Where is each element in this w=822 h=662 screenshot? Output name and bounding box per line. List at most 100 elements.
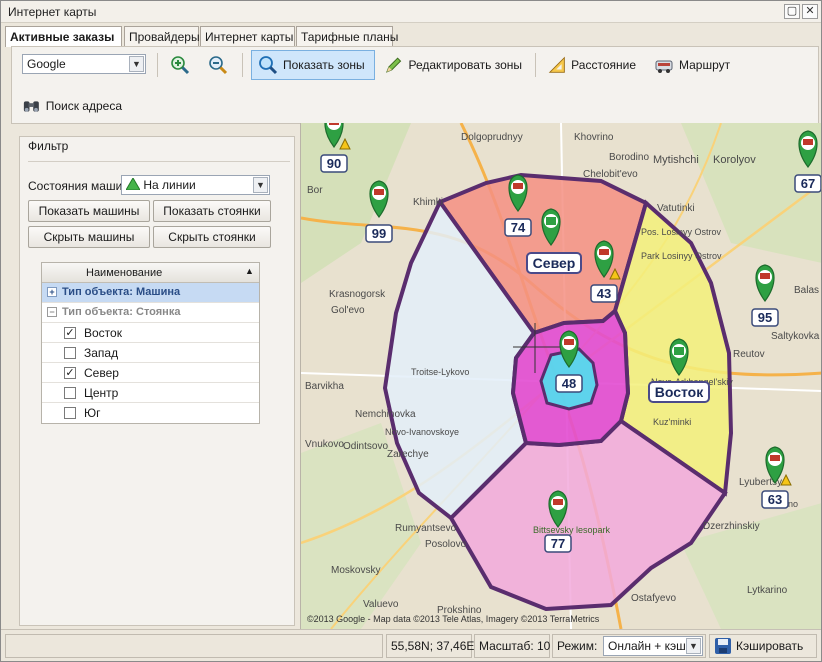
filter-panel: Фильтр Состояния машин На линии ▼ Показа…: [11, 128, 298, 628]
car-marker-number: 43: [597, 286, 611, 301]
route-button[interactable]: Маршрут: [648, 50, 742, 80]
map-provider-select[interactable]: Google ▼: [22, 54, 146, 74]
list-item[interactable]: Центр: [42, 383, 259, 403]
expand-icon[interactable]: +: [47, 287, 57, 297]
tab-providers[interactable]: Провайдеры: [124, 26, 200, 46]
objects-grid: Наименование ▲ + Тип объекта: Машина − Т…: [41, 262, 260, 424]
mode-select[interactable]: Онлайн + кэш ▼: [603, 636, 703, 656]
map-provider-value: Google: [27, 57, 66, 71]
map-label: Chelobit'evo: [583, 169, 638, 180]
car-state-value: На линии: [143, 178, 196, 192]
cache-button[interactable]: Кэшировать: [709, 634, 817, 658]
car-icon: [329, 123, 339, 125]
car-state-label: Состояния машин: [28, 179, 129, 193]
list-item-label: Центр: [84, 386, 119, 400]
list-item[interactable]: Юг: [42, 403, 259, 423]
distance-button[interactable]: Расстояние: [542, 50, 642, 80]
map-canvas[interactable]: Dolgoprudnyy Khovrino Mytishchi Korolyov…: [301, 123, 821, 629]
chevron-down-icon[interactable]: ▼: [686, 638, 701, 654]
filter-divider: [28, 161, 290, 162]
mode-label: Режим:: [557, 639, 598, 653]
list-item-label: Восток: [84, 326, 122, 340]
group-label-cars: Тип объекта: Машина: [62, 286, 181, 298]
map-label: Vatutinki: [657, 203, 695, 214]
map-copyright: ©2013 Google - Map data ©2013 Tele Atlas…: [307, 614, 600, 624]
route-label: Маршрут: [679, 58, 731, 72]
scale-readout: Масштаб: 10: [474, 634, 550, 658]
list-item-label: Север: [84, 366, 119, 380]
grid-column-name[interactable]: Наименование: [86, 267, 162, 279]
map-label: Dzerzhinskiy: [703, 521, 760, 532]
map-toolbar: Google ▼ Показать зоны Редактировать зон…: [11, 46, 819, 124]
list-item[interactable]: ✓ Север: [42, 363, 259, 383]
car-state-select[interactable]: На линии ▼: [121, 175, 270, 195]
map-label: Zarechye: [387, 449, 429, 460]
tab-internet-maps[interactable]: Интернет карты: [200, 26, 295, 46]
triangle-green-icon: [125, 177, 141, 191]
zone-label-east[interactable]: Восток: [648, 381, 710, 403]
maximize-button[interactable]: ▢: [784, 4, 800, 19]
chevron-down-icon[interactable]: ▼: [129, 56, 144, 72]
list-item[interactable]: ✓ Восток: [42, 323, 259, 343]
map-label: Novo-Ivanovskoye: [385, 427, 459, 437]
map-label: Vnukovo: [305, 439, 344, 450]
status-bar: 55,58N; 37,46E Масштаб: 10 Режим: Онлайн…: [1, 629, 821, 661]
map-label: Reutov: [733, 349, 765, 360]
filter-title: Фильтр: [28, 139, 69, 153]
car-marker-number: 63: [768, 492, 782, 507]
checkbox[interactable]: [64, 407, 76, 419]
checkbox[interactable]: ✓: [64, 367, 76, 379]
car-marker-number: 95: [758, 310, 772, 325]
map-label: Pos. Losinyy Ostrov: [641, 227, 722, 237]
show-zones-label: Показать зоны: [283, 58, 365, 72]
car-marker-number: 77: [551, 536, 565, 551]
sort-asc-icon[interactable]: ▲: [245, 266, 254, 276]
checkbox[interactable]: [64, 387, 76, 399]
zoom-in-button[interactable]: [164, 50, 198, 80]
map-label: Korolyov: [713, 154, 756, 166]
map-label: Lytkarino: [747, 585, 788, 596]
cache-button-label: Кэшировать: [736, 639, 804, 653]
hide-cars-button[interactable]: Скрыть машины: [28, 226, 150, 248]
zoom-out-button[interactable]: [202, 50, 236, 80]
show-zones-button[interactable]: Показать зоны: [251, 50, 375, 80]
map-label: Bor: [307, 185, 323, 196]
collapse-icon[interactable]: −: [47, 307, 57, 317]
show-cars-button[interactable]: Показать машины: [28, 200, 150, 222]
address-search-button[interactable]: Поиск адреса: [16, 91, 128, 121]
group-row-stands[interactable]: − Тип объекта: Стоянка: [42, 303, 259, 323]
show-stands-button[interactable]: Показать стоянки: [153, 200, 271, 222]
zone-label-north-text: Север: [533, 255, 576, 271]
grid-header: Наименование ▲: [42, 263, 259, 283]
car-marker-number: 90: [327, 156, 341, 171]
route-icon: [655, 60, 673, 73]
list-item[interactable]: Запад: [42, 343, 259, 363]
toolbar-separator: [157, 53, 158, 77]
window-title: Интернет карты: [8, 5, 97, 19]
car-marker-number: 99: [372, 226, 386, 241]
map-label: Barvikha: [305, 381, 344, 392]
zone-label-north[interactable]: Север: [526, 252, 582, 274]
map-label: Ostafyevo: [631, 593, 676, 604]
checkbox[interactable]: ✓: [64, 327, 76, 339]
checkbox[interactable]: [64, 347, 76, 359]
car-icon: [553, 499, 563, 505]
map-label: Mytishchi: [653, 154, 699, 166]
map-label: Borodino: [609, 152, 649, 163]
car-marker-number: 74: [511, 220, 526, 235]
map-label: Nemchinovka: [355, 409, 416, 420]
tab-active-orders[interactable]: Активные заказы: [5, 26, 122, 47]
map-view[interactable]: Dolgoprudnyy Khovrino Mytishchi Korolyov…: [300, 123, 821, 629]
list-item-label: Запад: [84, 346, 119, 360]
group-row-cars[interactable]: + Тип объекта: Машина: [42, 283, 259, 303]
chevron-down-icon[interactable]: ▼: [253, 177, 268, 193]
magnifier-icon: [259, 56, 278, 75]
address-search-label: Поиск адреса: [45, 99, 122, 113]
map-label: Saltykovka: [771, 331, 820, 342]
hide-stands-button[interactable]: Скрыть стоянки: [153, 226, 271, 248]
save-disk-icon: [715, 638, 731, 654]
close-button[interactable]: ✕: [802, 4, 818, 19]
edit-zones-button[interactable]: Редактировать зоны: [378, 50, 528, 80]
tab-tariff-plans[interactable]: Тарифные планы: [296, 26, 398, 46]
car-icon: [770, 455, 780, 461]
